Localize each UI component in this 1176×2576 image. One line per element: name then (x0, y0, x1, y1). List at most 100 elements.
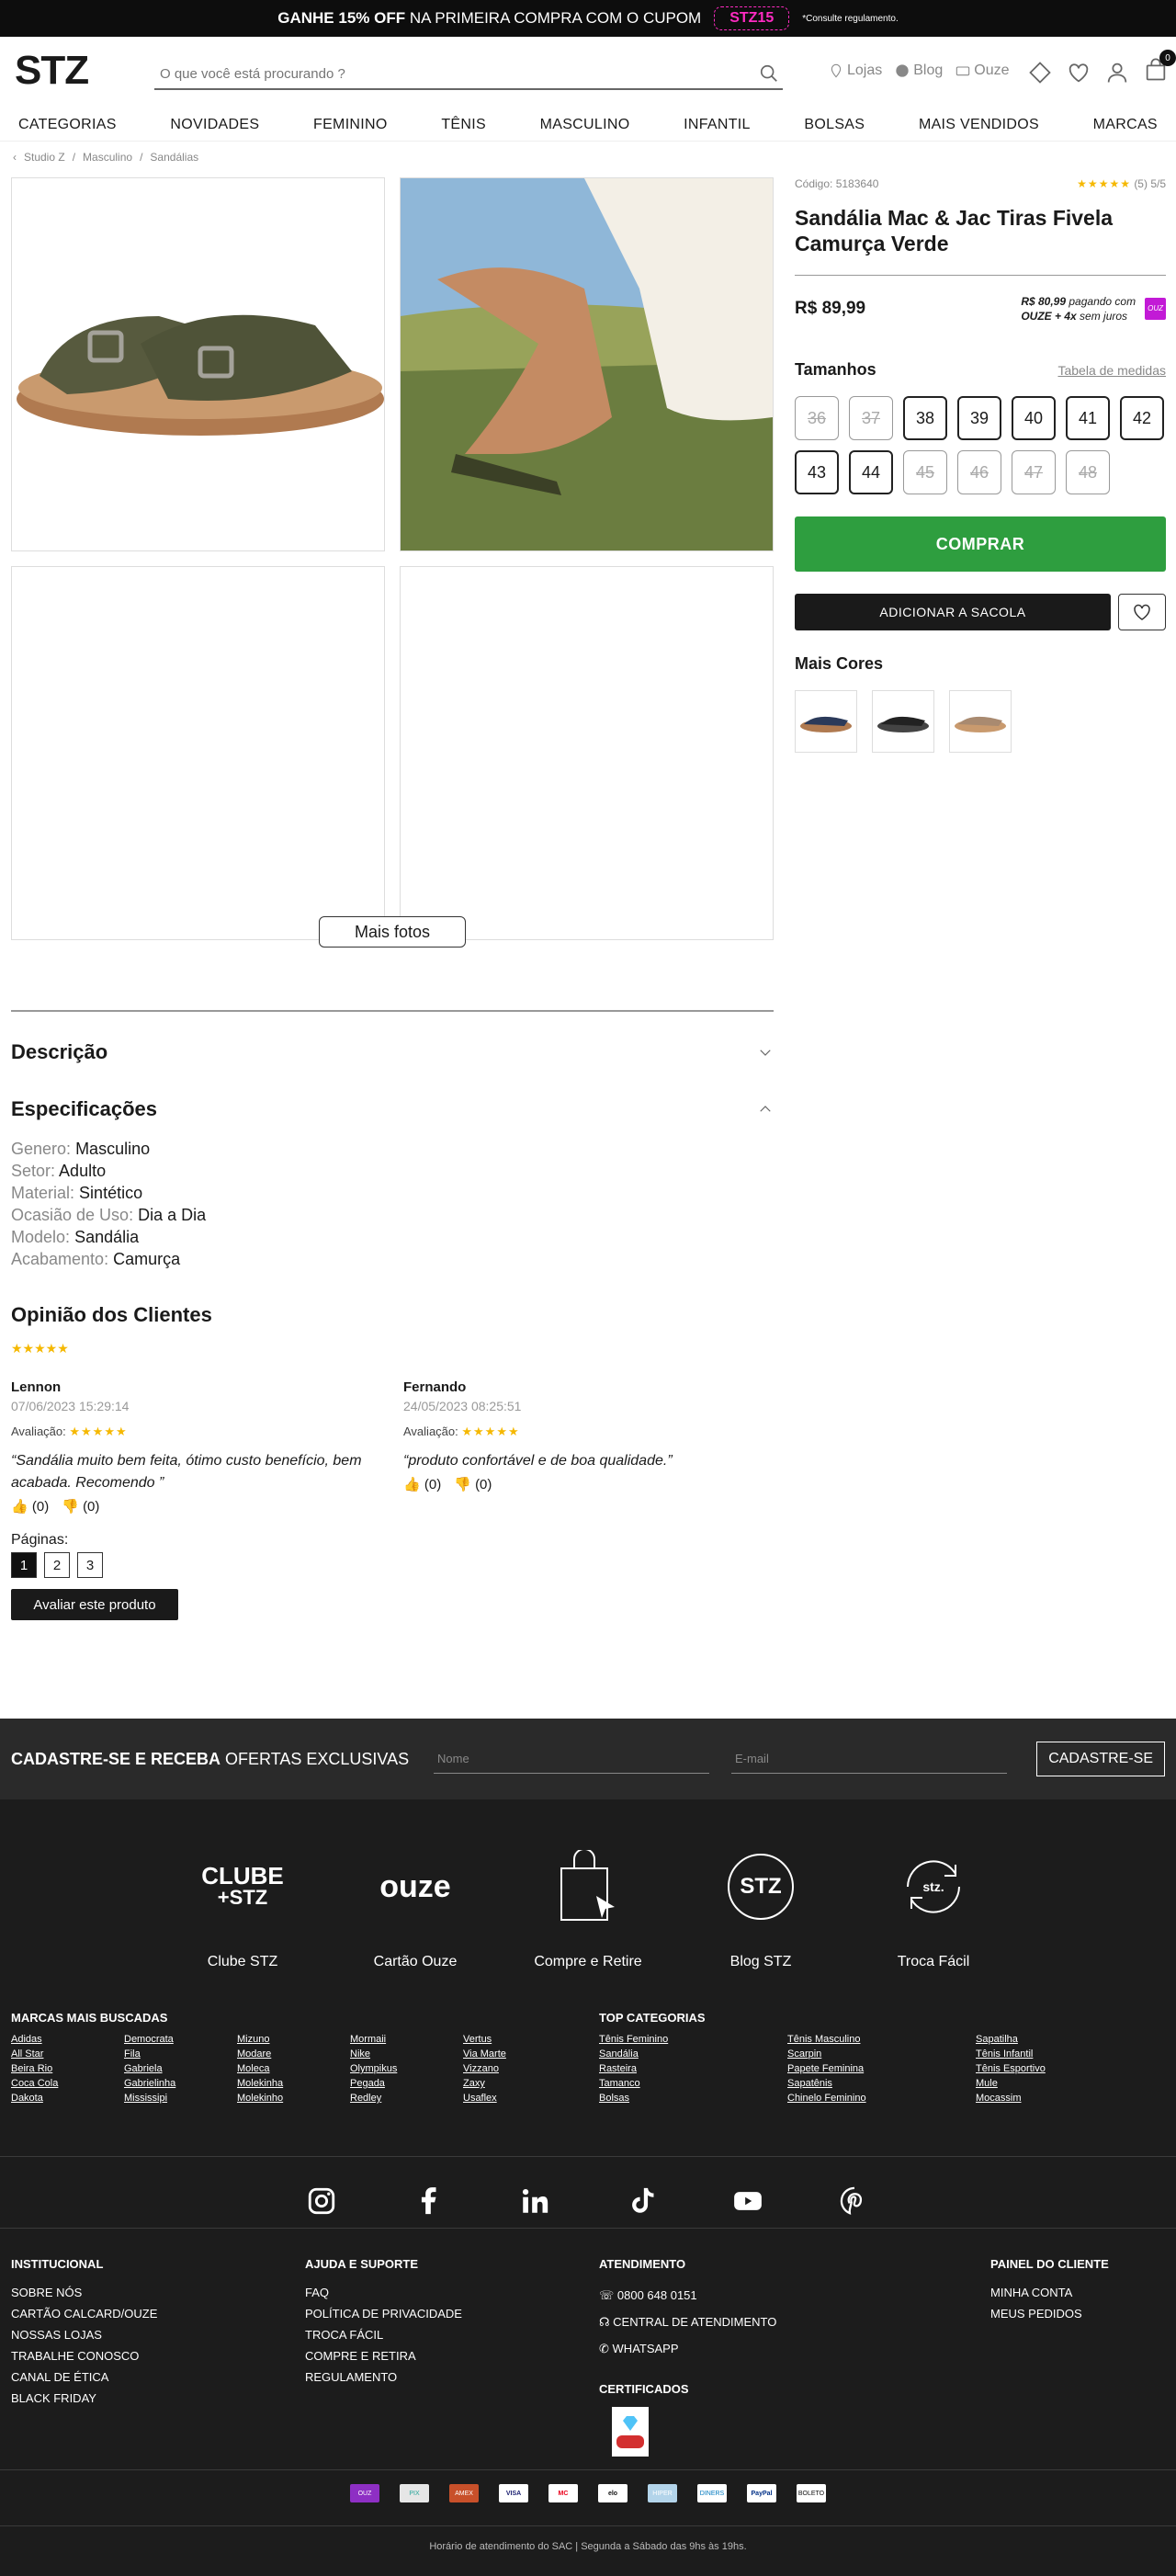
product-image-1[interactable] (11, 177, 385, 551)
nav-item-tenis[interactable]: TÊNIS (441, 117, 486, 133)
logo[interactable]: STZ (15, 48, 89, 94)
like-button[interactable]: 👍 (0) (11, 1498, 49, 1515)
nav-item-marcas[interactable]: MARCAS (1093, 117, 1158, 133)
footer-link[interactable]: BLACK FRIDAY (11, 2388, 157, 2409)
footer-link[interactable]: TROCA FÁCIL (305, 2324, 462, 2345)
buy-button[interactable]: COMPRAR (795, 516, 1166, 572)
brand-link[interactable]: Coca Cola (11, 2078, 124, 2089)
brand-link[interactable]: Vertus (463, 2034, 576, 2045)
footer-link[interactable]: MINHA CONTA (990, 2282, 1109, 2303)
footer-link[interactable]: CANAL DE ÉTICA (11, 2366, 157, 2388)
brand-link[interactable]: Adidas (11, 2034, 124, 2045)
more-photos-button[interactable]: Mais fotos (319, 916, 466, 948)
category-link[interactable]: Mule (976, 2078, 1164, 2089)
brand-link[interactable]: Dakota (11, 2093, 124, 2104)
category-link[interactable]: Scarpin (787, 2048, 976, 2060)
user-icon[interactable] (1104, 60, 1130, 85)
cartao-ouze-card[interactable]: ouze Cartão Ouze (337, 1845, 493, 1970)
certificate-badge[interactable] (612, 2407, 649, 2457)
brand-link[interactable]: All Star (11, 2048, 124, 2060)
brand-link[interactable]: Nike (350, 2048, 463, 2060)
nav-item-infantil[interactable]: INFANTIL (684, 117, 751, 133)
coupon-code[interactable]: STZ15 (714, 6, 790, 30)
color-option-navy[interactable] (795, 690, 857, 753)
size-option[interactable]: 38 (903, 396, 947, 440)
footer-link[interactable]: TRABALHE CONOSCO (11, 2345, 157, 2366)
wishlist-button[interactable] (1118, 594, 1166, 630)
brand-link[interactable]: Molekinha (237, 2078, 350, 2089)
brand-link[interactable]: Molekinho (237, 2093, 350, 2104)
size-option[interactable]: 36 (795, 396, 839, 440)
instagram-icon[interactable] (306, 2185, 337, 2217)
category-link[interactable]: Papete Feminina (787, 2063, 976, 2074)
name-field[interactable]: Nome (434, 1744, 709, 1774)
cart[interactable]: 0 (1143, 50, 1176, 87)
category-link[interactable]: Tênis Masculino (787, 2034, 976, 2045)
footer-link[interactable]: NOSSAS LOJAS (11, 2324, 157, 2345)
brand-link[interactable]: Fila (124, 2048, 237, 2060)
brand-link[interactable]: Gabriela (124, 2063, 237, 2074)
like-button[interactable]: 👍 (0) (403, 1476, 441, 1492)
size-option[interactable]: 48 (1066, 450, 1110, 494)
size-option[interactable]: 44 (849, 450, 893, 494)
size-option[interactable]: 40 (1012, 396, 1056, 440)
brand-link[interactable]: Pegada (350, 2078, 463, 2089)
heart-icon[interactable] (1066, 60, 1091, 85)
product-image-4[interactable] (400, 566, 774, 940)
youtube-icon[interactable] (732, 2185, 763, 2217)
category-link[interactable]: Chinelo Feminino (787, 2093, 976, 2104)
compre-retire-card[interactable]: Compre e Retire (510, 1845, 666, 1970)
linkedin-icon[interactable] (519, 2185, 550, 2217)
breadcrumb-item[interactable]: Sandálias (150, 151, 198, 164)
search-input[interactable] (160, 65, 759, 82)
category-link[interactable]: Sapatilha (976, 2034, 1164, 2045)
nav-item-masculino[interactable]: MASCULINO (540, 117, 630, 133)
nav-item-bolsas[interactable]: BOLSAS (804, 117, 865, 133)
color-option-black[interactable] (872, 690, 934, 753)
page-button[interactable]: 2 (44, 1552, 70, 1578)
size-option[interactable]: 39 (957, 396, 1001, 440)
blog-stz-card[interactable]: STZ Blog STZ (683, 1845, 839, 1970)
size-option[interactable]: 47 (1012, 450, 1056, 494)
brand-link[interactable]: Olympikus (350, 2063, 463, 2074)
footer-link[interactable]: POLÍTICA DE PRIVACIDADE (305, 2303, 462, 2324)
nav-item-feminino[interactable]: FEMININO (313, 117, 388, 133)
brand-link[interactable]: Via Marte (463, 2048, 576, 2060)
blog-link[interactable]: Blog (895, 62, 943, 79)
category-link[interactable]: Sandália (599, 2048, 787, 2060)
breadcrumb-item[interactable]: Masculino (83, 151, 132, 164)
color-option-tan[interactable] (949, 690, 1012, 753)
footer-link[interactable]: MEUS PEDIDOS (990, 2303, 1109, 2324)
add-to-bag-button[interactable]: ADICIONAR A SACOLA (795, 594, 1111, 630)
troca-facil-card[interactable]: stz. Troca Fácil (855, 1845, 1012, 1970)
brand-link[interactable]: Modare (237, 2048, 350, 2060)
footer-link[interactable]: FAQ (305, 2282, 462, 2303)
description-accordion[interactable]: Descrição (11, 1040, 774, 1064)
size-option[interactable]: 43 (795, 450, 839, 494)
signup-button[interactable]: CADASTRE-SE (1036, 1742, 1165, 1776)
product-image-3[interactable] (11, 566, 385, 940)
size-option[interactable]: 42 (1120, 396, 1164, 440)
size-option[interactable]: 45 (903, 450, 947, 494)
footer-link[interactable]: SOBRE NÓS (11, 2282, 157, 2303)
size-option[interactable]: 41 (1066, 396, 1110, 440)
brand-link[interactable]: Moleca (237, 2063, 350, 2074)
category-link[interactable]: Sapatênis (787, 2078, 976, 2089)
brand-link[interactable]: Mizuno (237, 2034, 350, 2045)
promo-note[interactable]: *Consulte regulamento. (802, 14, 899, 24)
category-link[interactable]: Rasteira (599, 2063, 787, 2074)
clube-stz-card[interactable]: CLUBE +STZ Clube STZ (164, 1845, 321, 1970)
category-link[interactable]: Tênis Infantil (976, 2048, 1164, 2060)
size-option[interactable]: 37 (849, 396, 893, 440)
brand-link[interactable]: Democrata (124, 2034, 237, 2045)
rate-product-button[interactable]: Avaliar este produto (11, 1589, 178, 1620)
specs-accordion[interactable]: Especificações (11, 1097, 774, 1121)
footer-link[interactable]: REGULAMENTO (305, 2366, 462, 2388)
coupon-icon[interactable] (1027, 60, 1053, 85)
nav-item-categorias[interactable]: CATEGORIAS (18, 117, 117, 133)
brand-link[interactable]: Beira Rio (11, 2063, 124, 2074)
category-link[interactable]: Mocassim (976, 2093, 1164, 2104)
pinterest-icon[interactable] (839, 2185, 870, 2217)
phone-link[interactable]: ☏ 0800 648 0151 (599, 2282, 776, 2309)
breadcrumb-item[interactable]: Studio Z (24, 151, 65, 164)
